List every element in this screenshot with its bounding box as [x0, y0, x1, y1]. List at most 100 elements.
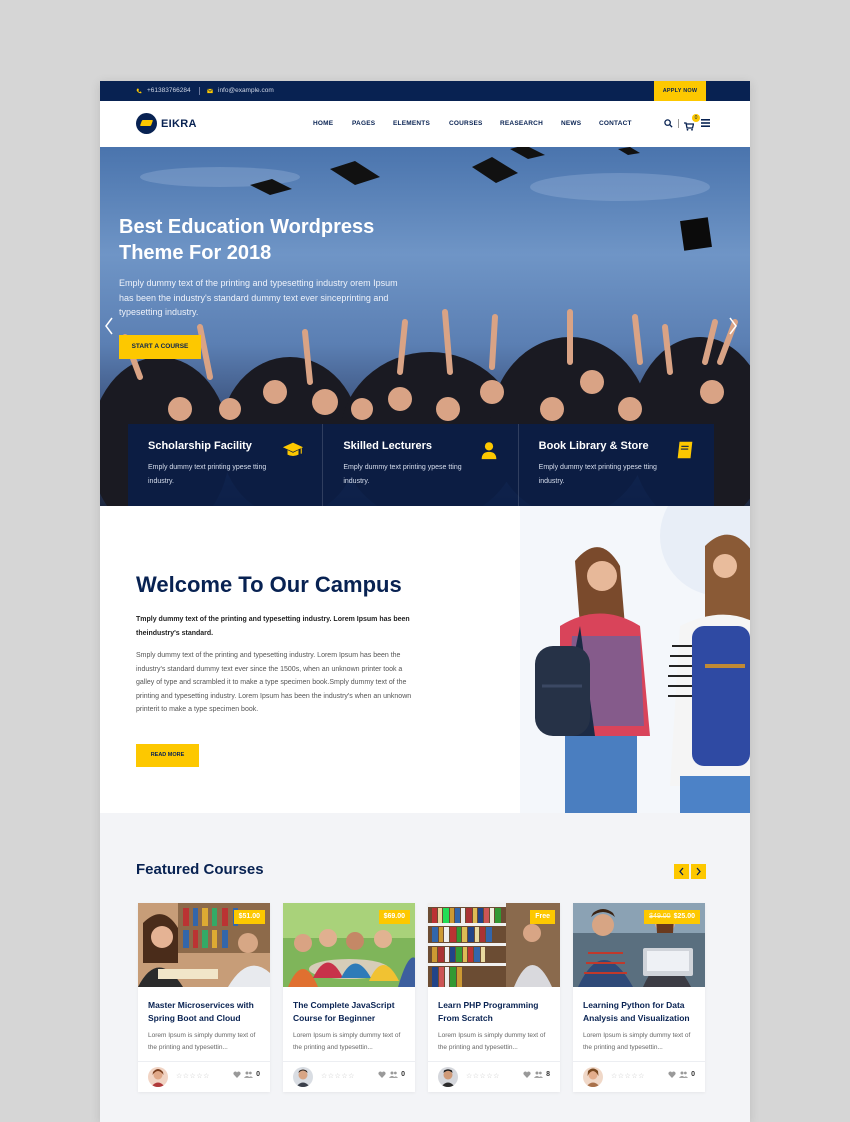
- welcome-section: Welcome To Our Campus Tmply dummy text o…: [100, 506, 750, 813]
- heart-icon[interactable]: [378, 1071, 386, 1078]
- start-course-button[interactable]: START A COURSE: [119, 335, 201, 359]
- feature-title: Skilled Lecturers: [343, 440, 432, 452]
- feature-text: Emply dummy text printing ypese tting in…: [148, 464, 267, 485]
- phone-icon: [136, 88, 142, 94]
- course-title[interactable]: Learning Python for Data Analysis and Vi…: [583, 999, 701, 1024]
- course-thumbnail: $49.00 $25.00: [573, 903, 705, 987]
- course-price: $69.00: [383, 913, 405, 920]
- phone-contact[interactable]: +61383766284: [136, 81, 191, 101]
- nav-item-courses[interactable]: COURSES: [449, 120, 483, 127]
- feature-lecturers[interactable]: Skilled Lecturers Emply dummy text print…: [323, 424, 519, 506]
- nav-item-elements[interactable]: ELEMENTS: [393, 120, 430, 127]
- student-count: 0: [691, 1071, 695, 1078]
- course-meta: 0: [233, 1071, 260, 1078]
- nav-item-pages[interactable]: PAGES: [352, 120, 375, 127]
- nav-item-home[interactable]: HOME: [313, 120, 333, 127]
- students-image: [520, 506, 750, 813]
- website-frame: +61383766284 info@example.com APPLY NOW …: [100, 81, 750, 1122]
- course-meta: 0: [668, 1071, 695, 1078]
- course-title[interactable]: Master Microservices with Spring Boot an…: [148, 999, 266, 1024]
- course-footer: ☆☆☆☆☆ 0: [573, 1061, 705, 1092]
- student-count: 0: [256, 1071, 260, 1078]
- course-thumbnail: Free: [428, 903, 560, 987]
- nav-item-news[interactable]: NEWS: [561, 120, 581, 127]
- courses-prev-button[interactable]: [674, 864, 689, 879]
- hero-slider: Best Education Wordpress Theme For 2018 …: [100, 147, 750, 506]
- heart-icon[interactable]: [233, 1071, 241, 1078]
- graduation-cap-icon: [283, 442, 304, 456]
- course-price-badge: Free: [530, 910, 555, 924]
- feature-title: Book Library & Store: [538, 440, 649, 452]
- user-icon: [481, 442, 496, 460]
- course-description: Lorem Ipsum is simply dummy text of the …: [148, 1032, 256, 1051]
- course-cards: $51.00 Master Microservices with Spring …: [138, 903, 705, 1092]
- feature-text: Emply dummy text printing ypese tting in…: [343, 464, 462, 485]
- rating-stars: ☆☆☆☆☆: [176, 1073, 210, 1080]
- slider-prev-arrow-icon[interactable]: [104, 317, 114, 335]
- course-description: Lorem Ipsum is simply dummy text of the …: [583, 1032, 691, 1051]
- courses-next-button[interactable]: [691, 864, 706, 879]
- course-title[interactable]: The Complete JavaScript Course for Begin…: [293, 999, 411, 1024]
- course-price: $51.00: [238, 913, 260, 920]
- chevron-right-icon: [696, 867, 701, 876]
- instructor-avatar[interactable]: [583, 1067, 603, 1087]
- course-footer: ☆☆☆☆☆ 8: [428, 1061, 560, 1092]
- course-footer: ☆☆☆☆☆ 0: [283, 1061, 415, 1092]
- email-contact[interactable]: info@example.com: [207, 81, 274, 101]
- nav-item-contact[interactable]: CONTACT: [599, 120, 632, 127]
- header-icons: 0: [664, 114, 710, 131]
- feature-library[interactable]: Book Library & Store Emply dummy text pr…: [518, 424, 714, 506]
- cart[interactable]: 0: [684, 114, 710, 131]
- feature-text: Emply dummy text printing ypese tting in…: [538, 464, 657, 485]
- course-card[interactable]: $51.00 Master Microservices with Spring …: [138, 903, 270, 1092]
- course-price-badge: $49.00 $25.00: [644, 910, 700, 924]
- course-card[interactable]: $49.00 $25.00 Learning Python for Data An…: [573, 903, 705, 1092]
- student-count: 8: [546, 1071, 550, 1078]
- logo[interactable]: EIKRA: [136, 113, 197, 134]
- course-footer: ☆☆☆☆☆ 0: [138, 1061, 270, 1092]
- nav-item-research[interactable]: REASEARCH: [500, 120, 543, 127]
- top-bar: +61383766284 info@example.com APPLY NOW: [100, 81, 750, 101]
- feature-boxes: Scholarship Facility Emply dummy text pr…: [128, 424, 714, 506]
- course-meta: 0: [378, 1071, 405, 1078]
- students-icon: [389, 1071, 399, 1078]
- instructor-avatar[interactable]: [438, 1067, 458, 1087]
- course-card[interactable]: Free Learn PHP Programming From Scratch …: [428, 903, 560, 1092]
- email-address: info@example.com: [218, 87, 274, 94]
- rating-stars: ☆☆☆☆☆: [321, 1073, 355, 1080]
- phone-number: +61383766284: [147, 87, 191, 94]
- students-icon: [679, 1071, 689, 1078]
- rating-stars: ☆☆☆☆☆: [466, 1073, 500, 1080]
- heart-icon[interactable]: [668, 1071, 676, 1078]
- instructor-avatar[interactable]: [293, 1067, 313, 1087]
- hero-title: Best Education Wordpress Theme For 2018: [119, 216, 375, 264]
- course-price: $25.00: [673, 913, 695, 920]
- envelope-icon: [207, 88, 213, 94]
- instructor-avatar[interactable]: [148, 1067, 168, 1087]
- course-description: Lorem Ipsum is simply dummy text of the …: [293, 1032, 401, 1051]
- course-thumbnail: $51.00: [138, 903, 270, 987]
- hero-description: Emply dummy text of the printing and typ…: [119, 278, 398, 317]
- course-title[interactable]: Learn PHP Programming From Scratch: [438, 999, 556, 1024]
- brand-name: EIKRA: [161, 117, 197, 130]
- course-price-badge: $51.00: [233, 910, 265, 924]
- cart-icon: [684, 122, 695, 131]
- course-card[interactable]: $69.00 The Complete JavaScript Course fo…: [283, 903, 415, 1092]
- feature-scholarship[interactable]: Scholarship Facility Emply dummy text pr…: [128, 424, 324, 506]
- heart-icon[interactable]: [523, 1071, 531, 1078]
- welcome-title: Welcome To Our Campus: [136, 572, 402, 597]
- topbar-divider: [199, 87, 200, 95]
- students-icon: [244, 1071, 254, 1078]
- search-icon[interactable]: [664, 118, 673, 128]
- course-thumbnail: $69.00: [283, 903, 415, 987]
- welcome-body: Smply dummy text of the printing and typ…: [136, 652, 412, 713]
- slider-next-arrow-icon[interactable]: [728, 317, 738, 335]
- course-old-price: $49.00: [649, 913, 671, 920]
- course-price: Free: [535, 913, 550, 920]
- students-icon: [534, 1071, 544, 1078]
- hamburger-menu-icon[interactable]: [701, 119, 710, 127]
- book-icon: [677, 441, 693, 459]
- course-price-badge: $69.00: [378, 910, 410, 924]
- apply-now-button[interactable]: APPLY NOW: [654, 81, 706, 101]
- read-more-button[interactable]: READ MORE: [136, 744, 199, 767]
